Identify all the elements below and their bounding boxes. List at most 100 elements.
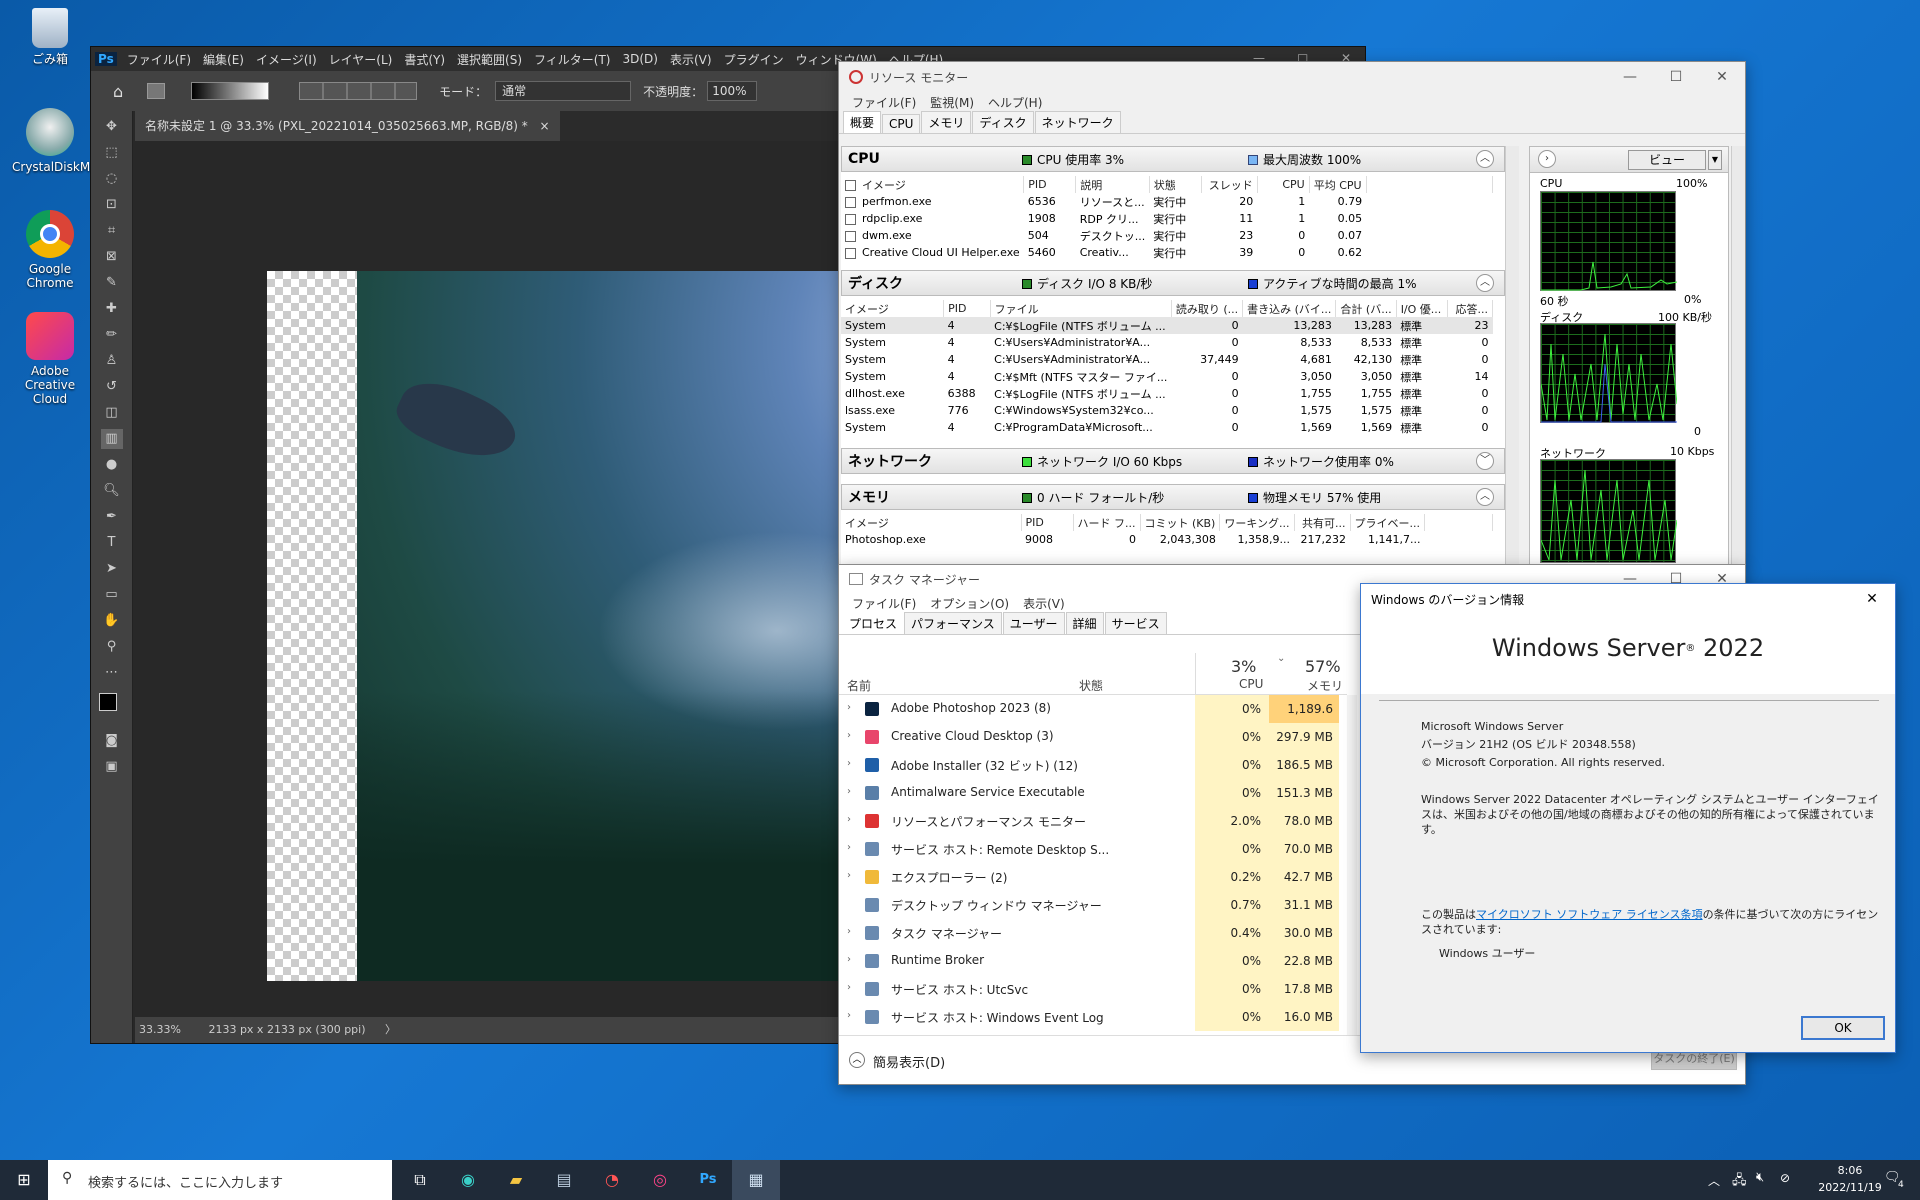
disk-collapse-icon[interactable]: ︿ — [1476, 274, 1494, 292]
resmon-right-scrollbar[interactable] — [1731, 146, 1745, 565]
crop-tool-icon[interactable]: ⌗ — [101, 221, 123, 241]
tab-performance[interactable]: パフォーマンス — [904, 612, 1002, 634]
task-view-icon[interactable]: ⧉ — [396, 1160, 444, 1200]
taskmgr-menu-options[interactable]: オプション(O) — [923, 595, 1016, 612]
clock-date[interactable]: 2022/11/19 — [1810, 1181, 1890, 1194]
ps-menu-select[interactable]: 選択範囲(S) — [451, 51, 528, 68]
eraser-tool-icon[interactable]: ◫ — [101, 403, 123, 423]
taskmgr-menu-file[interactable]: ファイル(F) — [845, 595, 923, 612]
cpu-col-status[interactable]: 状態 — [1149, 176, 1202, 193]
table-row[interactable]: dwm.exe 504 デスクトッ... 実行中 23 0 0.07 — [841, 227, 1493, 244]
table-row[interactable]: System 4 C:¥$Mft (NTFS マスター ファイ... 0 3,050 3,… — [841, 368, 1493, 385]
start-windows-icon[interactable]: ⊞ — [0, 1160, 48, 1200]
expand-chevron-icon[interactable]: › — [847, 1010, 851, 1021]
table-row[interactable]: System 4 C:¥ProgramData¥Microsoft... 0 1,569… — [841, 419, 1493, 436]
clock-time[interactable]: 8:06 — [1810, 1164, 1890, 1177]
expand-chevron-icon[interactable]: › — [847, 786, 851, 797]
object-select-tool-icon[interactable]: ⊡ — [101, 195, 123, 215]
cpu-col-avg[interactable]: 平均 CPU — [1309, 176, 1367, 193]
table-row[interactable]: › エクスプローラー (2) 0.2% 42.7 MB — [839, 863, 1347, 891]
cpu-collapse-icon[interactable]: ︿ — [1476, 150, 1494, 168]
ps-menu-3d[interactable]: 3D(D) — [617, 52, 664, 66]
mem-col-hard[interactable]: ハード フ... — [1073, 514, 1141, 531]
mem-col-commit[interactable]: コミット (KB) — [1140, 514, 1221, 531]
resmon-menu-help[interactable]: ヘルプ(H) — [981, 94, 1049, 111]
table-row[interactable]: Photoshop.exe 9008 0 2,043,308 1,358,9... 217… — [841, 531, 1493, 548]
table-row[interactable]: System 4 C:¥Users¥Administrator¥A... 37,449… — [841, 351, 1493, 368]
table-row[interactable]: lsass.exe 776 C:¥Windows¥System32¥co... 0 1,… — [841, 402, 1493, 419]
tab-services[interactable]: サービス — [1104, 612, 1167, 634]
zoom-tool-icon[interactable]: ⚲ — [101, 637, 123, 657]
memory-collapse-icon[interactable]: ︿ — [1476, 488, 1494, 506]
status-zoom[interactable]: 33.33% — [139, 1023, 181, 1036]
table-row[interactable]: デスクトップ ウィンドウ マネージャー 0.7% 31.1 MB — [839, 891, 1347, 919]
fewer-details-icon[interactable]: ︿ — [849, 1052, 865, 1068]
ps-doc-tab[interactable]: 名称未設定 1 @ 33.3% (PXL_20221014_035025663.… — [135, 111, 560, 141]
license-link[interactable]: マイクロソフト ソフトウェア ライセンス条項 — [1476, 908, 1703, 921]
cpu-col-desc[interactable]: 説明 — [1075, 176, 1150, 193]
gradient-preset-icon[interactable] — [147, 83, 166, 99]
expand-chevron-icon[interactable]: › — [847, 982, 851, 993]
col-name[interactable]: 名前 — [847, 677, 871, 694]
type-tool-icon[interactable]: T — [101, 533, 123, 553]
tray-chevron-icon[interactable]: ︿ — [1708, 1172, 1720, 1189]
tab-users[interactable]: ユーザー — [1002, 612, 1065, 634]
process-list-scrollbar[interactable] — [1347, 695, 1357, 1035]
ps-menu-edit[interactable]: 編集(E) — [197, 51, 250, 68]
frame-tool-icon[interactable]: ⊠ — [101, 247, 123, 267]
path-select-tool-icon[interactable]: ➤ — [101, 559, 123, 579]
edge-icon[interactable]: ◉ — [444, 1160, 492, 1200]
disk-section-header[interactable]: ディスク ディスク I/O 8 KB/秒 アクティブな時間の最高 1% ︿ — [841, 270, 1505, 296]
table-row[interactable]: › Runtime Broker 0% 22.8 MB — [839, 947, 1347, 975]
expand-chevron-icon[interactable]: › — [847, 730, 851, 741]
ps-menu-filter[interactable]: フィルター(T) — [528, 51, 616, 68]
disk-col-file[interactable]: ファイル — [990, 300, 1172, 317]
disk-col-write[interactable]: 書き込み (バイ... — [1242, 300, 1337, 317]
tab-processes[interactable]: プロセス — [843, 613, 904, 634]
mem-col-working[interactable]: ワーキング... — [1219, 514, 1295, 531]
gradient-tool-icon[interactable]: ▥ — [100, 429, 123, 449]
cpu-section-header[interactable]: CPU CPU 使用率 3% 最大周波数 100% ︿ — [841, 146, 1505, 172]
graphs-expand-icon[interactable]: › — [1538, 150, 1556, 168]
lasso-tool-icon[interactable]: ◌ — [101, 169, 123, 189]
table-row[interactable]: › サービス ホスト: UtcSvc 0% 17.8 MB — [839, 975, 1347, 1003]
memory-section-header[interactable]: メモリ 0 ハード フォールト/秒 物理メモリ 57% 使用 ︿ — [841, 484, 1505, 510]
ps-menu-image[interactable]: イメージ(I) — [250, 51, 323, 68]
resmon-maximize-icon[interactable]: ☐ — [1653, 62, 1699, 92]
taskmgr-taskbar-icon[interactable]: ▦ — [732, 1160, 780, 1200]
col-cpu[interactable]: CPU — [1239, 677, 1263, 691]
creative-cloud-taskbar-icon[interactable]: ◎ — [636, 1160, 684, 1200]
disk-col-pid[interactable]: PID — [943, 300, 991, 317]
desktop-icon-chrome[interactable]: Google Chrome — [12, 210, 88, 290]
more-tools-icon[interactable]: ⋯ — [101, 663, 123, 683]
disk-col-priority[interactable]: I/O 優... — [1396, 300, 1449, 317]
resmon-left-scrollbar[interactable] — [1505, 146, 1519, 565]
mem-col-private[interactable]: プライベー... — [1350, 514, 1426, 531]
table-row[interactable]: › リソースとパフォーマンス モニター 2.0% 78.0 MB — [839, 807, 1347, 835]
doc-tab-close-icon[interactable]: × — [540, 119, 550, 133]
eyedropper-tool-icon[interactable]: ✎ — [101, 273, 123, 293]
history-brush-icon[interactable]: ↺ — [101, 377, 123, 397]
desktop-icon-crystaldiskmark[interactable]: CrystalDiskMark — [12, 108, 109, 174]
volume-muted-icon[interactable]: 🔇︎ — [1756, 1170, 1764, 1185]
pen-tool-icon[interactable]: ✒ — [101, 507, 123, 527]
opacity-input[interactable]: 100% — [707, 81, 758, 101]
ps-menu-type[interactable]: 書式(Y) — [398, 51, 451, 68]
table-row[interactable]: › タスク マネージャー 0.4% 30.0 MB — [839, 919, 1347, 947]
table-row[interactable]: › サービス ホスト: Windows Event Log 0% 16.0 MB — [839, 1003, 1347, 1031]
table-row[interactable]: dllhost.exe 6388 C:¥$LogFile (NTFS ボリューム .… — [841, 385, 1493, 402]
resmon-menu-monitor[interactable]: 監視(M) — [923, 94, 981, 111]
cpu-col-image[interactable]: イメージ — [841, 176, 1025, 193]
about-close-icon[interactable]: ✕ — [1849, 584, 1895, 614]
expand-chevron-icon[interactable]: › — [847, 954, 851, 965]
network-section-header[interactable]: ネットワーク ネットワーク I/O 60 Kbps ネットワーク使用率 0% ﹀ — [841, 448, 1505, 474]
expand-chevron-icon[interactable]: › — [847, 870, 851, 881]
ps-menu-file[interactable]: ファイル(F) — [121, 51, 197, 68]
table-row[interactable]: rdpclip.exe 1908 RDP クリ... 実行中 11 1 0.05 — [841, 210, 1493, 227]
home-icon[interactable]: ⌂ — [113, 82, 123, 101]
table-row[interactable]: › Adobe Photoshop 2023 (8) 0%1,189.6 MB — [839, 695, 1347, 744]
desktop-icon-creative-cloud[interactable]: Adobe Creative Cloud — [12, 312, 88, 406]
disk-col-response[interactable]: 応答... — [1447, 300, 1493, 317]
screen-mode-icon[interactable]: ▣ — [101, 757, 123, 777]
table-row[interactable]: › サービス ホスト: Remote Desktop S... 0% 70.0 MB — [839, 835, 1347, 863]
